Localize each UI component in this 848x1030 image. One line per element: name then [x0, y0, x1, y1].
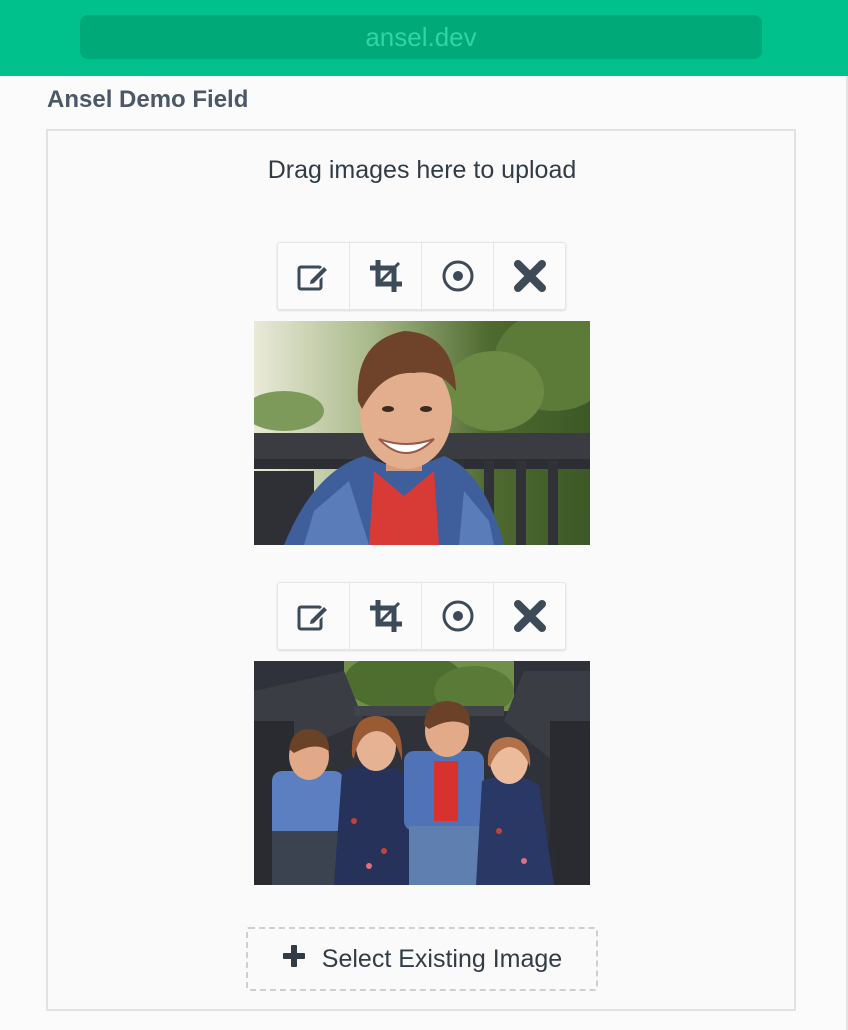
remove-icon: [513, 260, 546, 292]
remove-button[interactable]: [494, 583, 565, 649]
plus-icon: [282, 944, 306, 975]
edit-icon: [297, 604, 329, 631]
url-bar[interactable]: ansel.dev: [80, 15, 762, 59]
focal-point-icon: [442, 600, 473, 632]
crop-icon: [369, 600, 402, 632]
image-toolbar-1: [277, 242, 566, 310]
edit-button[interactable]: [278, 243, 350, 309]
uploaded-image-1: [254, 321, 590, 545]
image-toolbar-2: [277, 582, 566, 650]
edit-icon: [297, 264, 329, 291]
crop-button[interactable]: [350, 583, 422, 649]
browser-header: ansel.dev: [0, 0, 848, 76]
field-label: Ansel Demo Field: [47, 86, 249, 113]
focal-point-button[interactable]: [422, 243, 494, 309]
remove-button[interactable]: [494, 243, 565, 309]
select-existing-image-button[interactable]: Select Existing Image: [246, 927, 598, 991]
select-existing-image-label: Select Existing Image: [321, 944, 563, 973]
focal-point-icon: [442, 260, 473, 292]
edit-button[interactable]: [278, 583, 350, 649]
crop-button[interactable]: [350, 243, 422, 309]
drop-hint-text: Drag images here to upload: [267, 156, 577, 184]
remove-icon: [513, 600, 546, 632]
crop-icon: [369, 260, 402, 292]
focal-point-button[interactable]: [422, 583, 494, 649]
uploaded-image-2: [254, 661, 590, 885]
